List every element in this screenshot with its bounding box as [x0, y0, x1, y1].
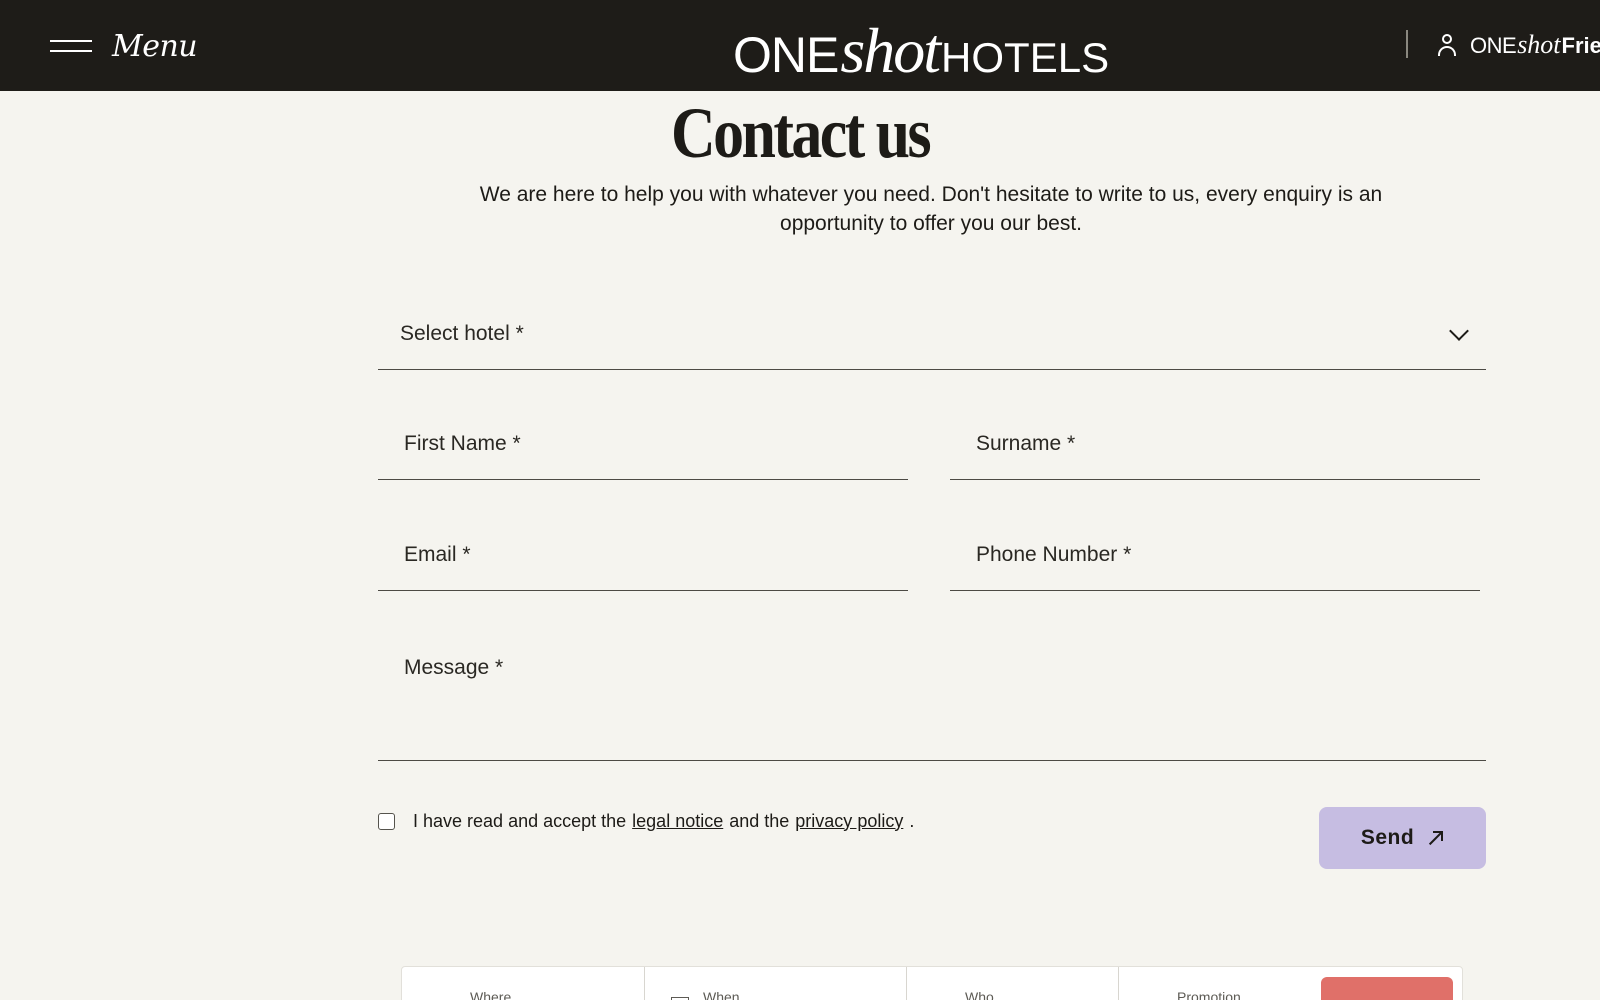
consent-prefix: I have read and accept the	[413, 810, 627, 831]
loyalty-brand: ONE shot Frie	[1470, 30, 1600, 59]
booking-where[interactable]: Where	[402, 967, 645, 1000]
surname-placeholder: Surname *	[976, 432, 1076, 455]
arrow-up-right-icon	[1428, 830, 1444, 846]
consent-middle: and the	[729, 810, 790, 831]
consent-row: I have read and accept the legal notice …	[378, 809, 914, 833]
consent-checkbox[interactable]	[378, 812, 395, 830]
booking-bar: Where When Who Promotion	[401, 966, 1463, 1000]
send-button[interactable]: Send	[1319, 807, 1486, 869]
site-header: Menu ONE shot HOTELS ONE shot Frie	[0, 0, 1600, 91]
surname-input[interactable]: Surname *	[950, 410, 1480, 480]
first-name-input[interactable]: First Name *	[378, 410, 908, 480]
intro-text: We are here to help you with whatever yo…	[479, 183, 1383, 235]
privacy-policy-link[interactable]: privacy policy	[795, 811, 903, 832]
booking-when-label: When	[703, 989, 740, 1000]
message-placeholder: Message *	[404, 656, 504, 679]
booking-who[interactable]: Who	[907, 967, 1119, 1000]
hamburger-icon	[50, 38, 92, 54]
menu-button[interactable]: Menu	[50, 26, 198, 66]
select-hotel-label: Select hotel *	[400, 322, 524, 345]
brand-logo[interactable]: ONE shot HOTELS	[733, 14, 1109, 86]
page-title: Contact us	[670, 93, 932, 173]
select-hotel-dropdown[interactable]: Select hotel *	[378, 300, 1486, 370]
booking-when[interactable]: When	[645, 967, 907, 1000]
first-name-placeholder: First Name *	[404, 432, 521, 455]
send-label: Send	[1360, 826, 1415, 849]
email-input[interactable]: Email *	[378, 521, 908, 591]
email-placeholder: Email *	[404, 543, 471, 566]
chevron-down-icon	[1449, 321, 1469, 341]
booking-promotion[interactable]: Promotion	[1119, 967, 1319, 1000]
booking-promotion-label: Promotion	[1177, 989, 1241, 1000]
account-link[interactable]: ONE shot Frie	[1436, 28, 1600, 62]
book-button[interactable]	[1321, 977, 1453, 1000]
legal-notice-link[interactable]: legal notice	[632, 811, 723, 832]
message-textarea[interactable]: Message *	[378, 630, 1486, 761]
phone-input[interactable]: Phone Number *	[950, 521, 1480, 591]
booking-where-label: Where	[470, 989, 512, 1000]
user-icon	[1436, 33, 1458, 57]
menu-label: Menu	[112, 28, 198, 64]
header-divider	[1406, 30, 1408, 58]
booking-who-label: Who	[965, 989, 994, 1000]
consent-suffix: .	[909, 810, 915, 831]
phone-placeholder: Phone Number *	[976, 543, 1132, 566]
